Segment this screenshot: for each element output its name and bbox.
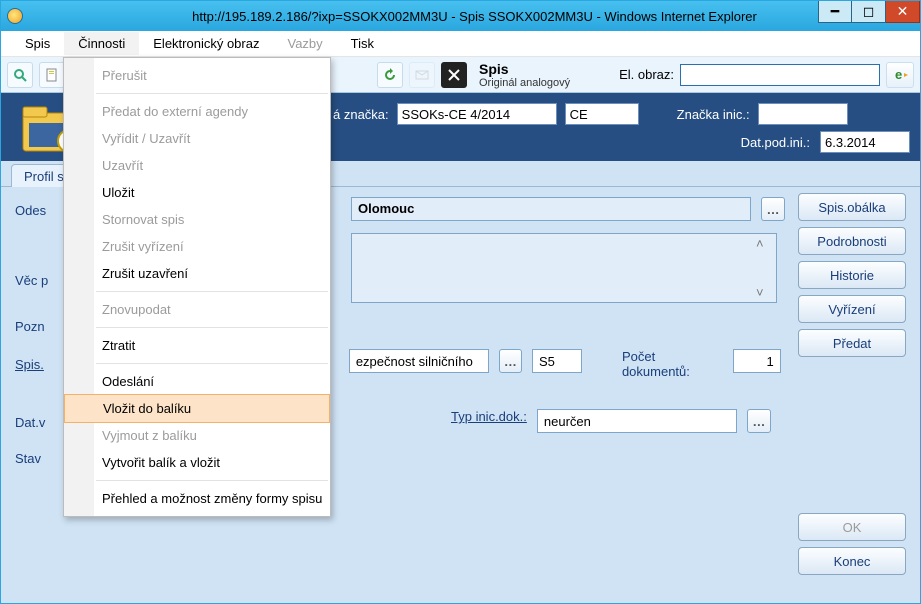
x-icon [446, 67, 462, 83]
search-icon [12, 67, 28, 83]
dat-pod-ini-input[interactable] [820, 131, 910, 153]
menu-item-zrusit-uzavreni[interactable]: Zrušit uzavření [64, 260, 330, 287]
menu-item-predat-ext[interactable]: Předat do externí agendy [64, 98, 330, 125]
toolbar-title-block: Spis Originál analogový [479, 61, 570, 89]
historie-button[interactable]: Historie [798, 261, 906, 289]
close-button[interactable]: ✕ [886, 1, 920, 23]
ok-button[interactable]: OK [798, 513, 906, 541]
menu-item-vyridit-uzavrit[interactable]: Vyřídit / Uzavřít [64, 125, 330, 152]
spis-link[interactable]: Spis. [15, 357, 69, 372]
menu-item-vyjmout-z-baliku[interactable]: Vyjmout z balíku [64, 422, 330, 449]
ie-icon [7, 8, 23, 24]
znacka-inic-label: Značka inic.: [677, 107, 750, 122]
toolbar-search-button[interactable] [7, 62, 33, 88]
menu-item-prehled-formy[interactable]: Přehled a možnost změny formy spisu [64, 485, 330, 512]
toolbar-subtitle: Originál analogový [479, 77, 570, 89]
menu-separator [96, 93, 328, 94]
menu-item-vlozit-do-baliku[interactable]: Vložit do balíku [64, 394, 330, 423]
spis-s5-field[interactable] [532, 349, 582, 373]
e-green-icon: e [892, 67, 908, 83]
el-obraz-input[interactable] [680, 64, 880, 86]
menu-separator [96, 327, 328, 328]
typ-inic-lookup-button[interactable]: … [747, 409, 771, 433]
menu-item-znovupodat[interactable]: Znovupodat [64, 296, 330, 323]
menu-item-zrusit-vyrizeni[interactable]: Zrušit vyřízení [64, 233, 330, 260]
toolbar-mail-button[interactable] [409, 62, 435, 88]
menu-item-prerusit[interactable]: Přerušit [64, 62, 330, 89]
odes-lookup-button[interactable]: … [761, 197, 785, 221]
menu-item-odeslani[interactable]: Odeslání [64, 368, 330, 395]
menu-separator [96, 480, 328, 481]
app-window: http://195.189.2.186/?ixp=SSOKX002MM3U -… [0, 0, 921, 604]
konec-button[interactable]: Konec [798, 547, 906, 575]
menu-item-stornovat[interactable]: Stornovat spis [64, 206, 330, 233]
titlebar: http://195.189.2.186/?ixp=SSOKX002MM3U -… [1, 1, 920, 31]
menu-separator [96, 291, 328, 292]
toolbar-refresh-button[interactable] [377, 62, 403, 88]
toolbar-x-button[interactable] [441, 62, 467, 88]
maximize-button[interactable]: ◻ [852, 1, 886, 23]
minimize-button[interactable]: ━ [818, 1, 852, 23]
menu-item-vytvorit-balik[interactable]: Vytvořit balík a vložit [64, 449, 330, 476]
vyrizeni-button[interactable]: Vyřízení [798, 295, 906, 323]
menubar: Spis Činnosti Elektronický obraz Vazby T… [1, 31, 920, 57]
spis-obalka-button[interactable]: Spis.obálka [798, 193, 906, 221]
menu-item-ulozit[interactable]: Uložit [64, 179, 330, 206]
chevron-down-icon[interactable]: ˅ [756, 285, 774, 300]
toolbar-title: Spis [479, 61, 570, 77]
menu-separator [96, 363, 328, 364]
refresh-icon [382, 67, 398, 83]
menu-vazby[interactable]: Vazby [273, 32, 336, 55]
vec-textarea[interactable]: ˄ ˅ [351, 233, 777, 303]
typ-inic-label[interactable]: Typ inic.dok.: [451, 409, 527, 424]
chevron-up-icon[interactable]: ˄ [756, 236, 774, 251]
podrobnosti-button[interactable]: Podrobnosti [798, 227, 906, 255]
menu-cinnosti[interactable]: Činnosti [64, 32, 139, 55]
ce-input[interactable] [565, 103, 639, 125]
odes-field[interactable]: Olomouc [351, 197, 751, 221]
vec-scrollbar[interactable]: ˄ ˅ [756, 236, 774, 300]
menu-spis[interactable]: Spis [11, 32, 64, 55]
svg-text:e: e [895, 67, 902, 82]
spis-lookup-button[interactable]: … [499, 349, 522, 373]
menu-item-ztratit[interactable]: Ztratit [64, 332, 330, 359]
znacka-input[interactable] [397, 103, 557, 125]
pocet-dok-field[interactable] [733, 349, 781, 373]
toolbar-e-button[interactable]: e [886, 62, 914, 88]
el-obraz-label: El. obraz: [619, 67, 674, 82]
znacka-label: á značka: [333, 107, 389, 122]
menu-item-uzavrit[interactable]: Uzavřít [64, 152, 330, 179]
typ-inic-field[interactable] [537, 409, 737, 433]
menu-tisk[interactable]: Tisk [337, 32, 388, 55]
pocet-dok-label: Počet dokumentů: [622, 349, 723, 379]
mail-icon [414, 67, 430, 83]
dat-pod-ini-label: Dat.pod.ini.: [741, 135, 810, 150]
menu-el-obraz[interactable]: Elektronický obraz [139, 32, 273, 55]
spis-field1[interactable] [349, 349, 489, 373]
znacka-inic-input[interactable] [758, 103, 848, 125]
toolbar-doc-button[interactable] [39, 62, 65, 88]
predat-button[interactable]: Předat [798, 329, 906, 357]
window-title: http://195.189.2.186/?ixp=SSOKX002MM3U -… [29, 9, 920, 24]
document-icon [44, 67, 60, 83]
cinnosti-dropdown: Přerušit Předat do externí agendy Vyřídi… [63, 57, 331, 517]
